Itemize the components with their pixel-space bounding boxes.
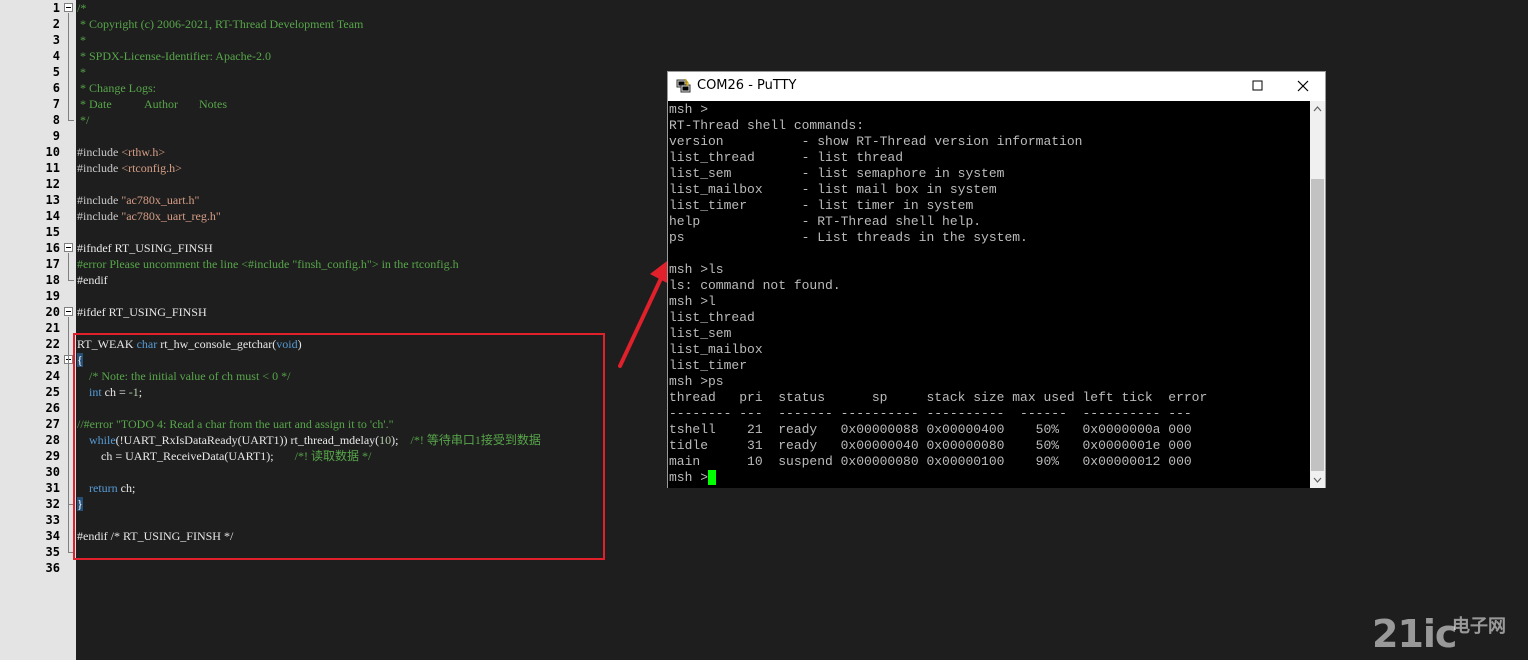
terminal-cursor bbox=[708, 470, 716, 485]
terminal-line: thread pri status sp stack size max used… bbox=[669, 390, 1208, 405]
terminal-line: msh > bbox=[669, 470, 709, 485]
terminal-line: help - RT-Thread shell help. bbox=[669, 214, 982, 229]
terminal-line: list_thread bbox=[669, 310, 755, 325]
terminal-line: main 10 suspend 0x00000080 0x00000100 90… bbox=[669, 454, 1192, 469]
terminal-line: ls: command not found. bbox=[669, 278, 841, 293]
terminal-line: tshell 21 ready 0x00000088 0x00000400 50… bbox=[669, 422, 1192, 437]
title-bar[interactable]: COM26 - PuTTY bbox=[668, 72, 1325, 101]
watermark-sub: 电子网 bbox=[1452, 616, 1506, 637]
terminal-line: msh >ls bbox=[669, 262, 724, 277]
terminal-line: ps - List threads in the system. bbox=[669, 230, 1028, 245]
terminal-line: version - show RT-Thread version informa… bbox=[669, 134, 1083, 149]
putty-app-icon bbox=[676, 79, 691, 93]
terminal-line: RT-Thread shell commands: bbox=[669, 118, 865, 133]
terminal-line: list_mailbox - list mail box in system bbox=[669, 182, 997, 197]
scroll-thumb[interactable] bbox=[1311, 179, 1324, 471]
close-icon[interactable] bbox=[1279, 72, 1325, 101]
scroll-up-icon[interactable] bbox=[1313, 106, 1322, 112]
terminal-line: list_thread - list thread bbox=[669, 150, 904, 165]
terminal-line: -------- --- ------- ---------- --------… bbox=[669, 406, 1192, 421]
terminal-line: msh >ps bbox=[669, 374, 724, 389]
terminal-screen[interactable]: msh > RT-Thread shell commands: version - … bbox=[668, 101, 1310, 488]
terminal-line: list_sem bbox=[669, 326, 732, 341]
watermark-logo: 21ic bbox=[1372, 612, 1457, 656]
terminal-line: list_mailbox bbox=[669, 342, 763, 357]
terminal-line: msh > bbox=[669, 102, 709, 117]
terminal-scrollbar[interactable] bbox=[1310, 101, 1325, 488]
terminal-line: list_sem - list semaphore in system bbox=[669, 166, 1005, 181]
terminal-line: msh >l bbox=[669, 294, 716, 309]
terminal-line: list_timer - list timer in system bbox=[669, 198, 974, 213]
maximize-icon[interactable] bbox=[1233, 72, 1279, 101]
putty-window[interactable]: COM26 - PuTTY msh > RT-Thread shell comma… bbox=[667, 71, 1326, 488]
scroll-down-icon[interactable] bbox=[1313, 477, 1322, 483]
window-title: COM26 - PuTTY bbox=[697, 78, 797, 93]
terminal-line: list_timer bbox=[669, 358, 748, 373]
terminal-line: tidle 31 ready 0x00000040 0x00000080 50%… bbox=[669, 438, 1192, 453]
